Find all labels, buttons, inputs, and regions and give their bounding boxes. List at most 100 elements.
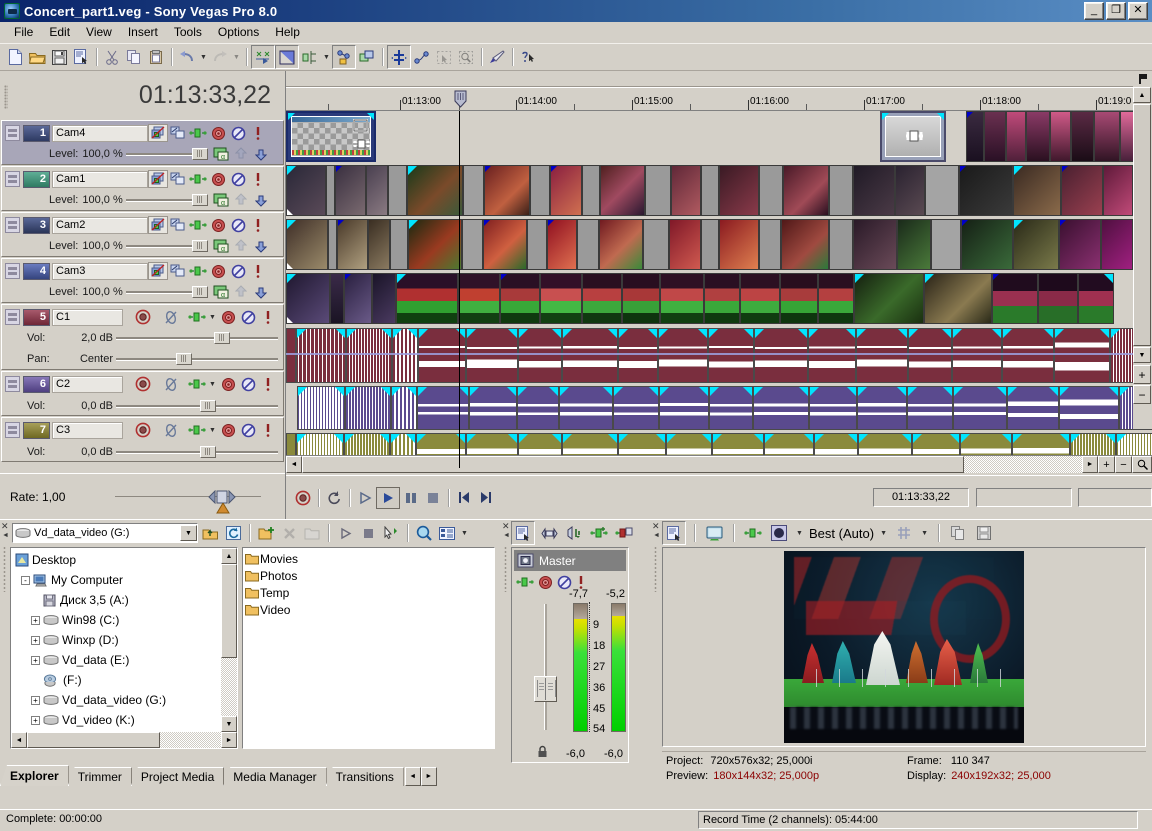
zoom-tool-button[interactable] xyxy=(1132,456,1152,473)
track-level-slider[interactable] xyxy=(126,239,208,253)
track-alpha-channel-icon[interactable]: α xyxy=(211,237,231,255)
undo-icon[interactable] xyxy=(176,46,198,68)
track-arm-record-icon[interactable] xyxy=(133,308,153,326)
track-automation-settings-icon[interactable] xyxy=(218,375,238,393)
track-move-up-icon[interactable] xyxy=(231,191,251,209)
tree-scroll-up-button[interactable]: ▲ xyxy=(221,548,237,564)
enable-snapping-icon[interactable] xyxy=(251,45,275,69)
preview-quality-icon[interactable] xyxy=(768,522,790,544)
scroll-left-button[interactable]: ◄ xyxy=(286,456,302,473)
track-solo-icon[interactable] xyxy=(258,308,278,326)
mixer-dock-grip[interactable]: ✕ ◄ xyxy=(501,520,510,808)
up-one-level-icon[interactable] xyxy=(199,522,221,544)
zoom-out-button[interactable]: − xyxy=(1115,456,1132,473)
normal-edit-tool-icon[interactable] xyxy=(387,45,411,69)
tree-node-desktop[interactable]: Desktop xyxy=(13,550,221,570)
track-minimize-button[interactable] xyxy=(5,125,20,141)
tab-explorer[interactable]: Explorer xyxy=(0,765,69,786)
tracks-area[interactable] xyxy=(286,111,1152,468)
track-height-increase-button[interactable]: + xyxy=(1133,365,1151,384)
track-move-down-icon[interactable] xyxy=(251,237,271,255)
video-preview-area[interactable] xyxy=(662,547,1146,747)
track-volume-slider[interactable] xyxy=(116,445,278,459)
zoom-edit-tool-icon[interactable] xyxy=(455,46,477,68)
track-move-down-icon[interactable] xyxy=(251,283,271,301)
views-icon[interactable] xyxy=(436,522,458,544)
track-automation-settings-icon[interactable] xyxy=(218,421,238,439)
track-name-field[interactable]: Cam4 xyxy=(52,125,148,142)
stop-button[interactable] xyxy=(422,488,444,508)
chevron-down-icon[interactable]: ▼ xyxy=(180,525,197,541)
track-header-5[interactable]: 5 C1 ▼ V xyxy=(1,304,284,370)
track-move-up-icon[interactable] xyxy=(231,145,251,163)
track-motion-icon[interactable] xyxy=(168,170,188,188)
transport-field-2[interactable] xyxy=(976,488,1072,507)
tab-transitions[interactable]: Transitions xyxy=(326,767,404,786)
track-automation-settings-icon[interactable] xyxy=(208,216,228,234)
video-clip[interactable] xyxy=(286,111,376,162)
timeline-track-4[interactable] xyxy=(286,273,1152,326)
track-header-7[interactable]: 7 C3 ▼ V xyxy=(1,417,284,462)
preview-dock-grip[interactable]: ✕ ◄ xyxy=(651,520,660,808)
track-invert-phase-icon[interactable] xyxy=(161,308,181,326)
menu-item-help[interactable]: Help xyxy=(267,23,308,41)
redo-icon[interactable] xyxy=(209,46,231,68)
tree-horizontal-scrollbar[interactable]: ◄ ► xyxy=(11,732,237,748)
mixer-channel-header[interactable]: Master xyxy=(514,550,626,571)
track-volume-slider[interactable] xyxy=(116,399,278,413)
track-level-slider[interactable] xyxy=(126,285,208,299)
track-invert-phase-icon[interactable] xyxy=(161,375,181,393)
tree-node-vd-data-video[interactable]: + Vd_data_video (G:) xyxy=(13,690,221,710)
views-dropdown-icon[interactable]: ▼ xyxy=(459,522,470,544)
track-automation-settings-icon[interactable] xyxy=(208,262,228,280)
track-solo-icon[interactable] xyxy=(248,124,268,142)
insert-audio-fx-icon[interactable] xyxy=(613,522,635,544)
track-mute-icon[interactable] xyxy=(228,216,248,234)
tree-node-winxp[interactable]: + Winxp (D:) xyxy=(13,630,221,650)
timecode-display[interactable]: 01:13:33,22 xyxy=(0,71,285,119)
save-snapshot-icon[interactable] xyxy=(973,522,995,544)
menu-item-options[interactable]: Options xyxy=(210,23,267,41)
cut-icon[interactable] xyxy=(101,46,123,68)
play-from-start-button[interactable] xyxy=(354,488,376,508)
track-mute-icon[interactable] xyxy=(228,170,248,188)
cursor-handle-icon[interactable] xyxy=(454,90,467,108)
tree-scroll-left-button[interactable]: ◄ xyxy=(11,732,27,748)
track-compositing-mode-icon[interactable] xyxy=(148,262,168,280)
track-alpha-channel-icon[interactable]: α xyxy=(211,191,231,209)
tree-node-vd-video[interactable]: + Vd_video (K:) xyxy=(13,710,221,730)
stop-icon[interactable] xyxy=(357,522,379,544)
undo-dropdown-icon[interactable]: ▼ xyxy=(198,46,209,68)
play-icon[interactable] xyxy=(334,522,356,544)
list-item[interactable]: Video xyxy=(245,601,494,618)
track-arm-record-icon[interactable] xyxy=(133,421,153,439)
track-minimize-button[interactable] xyxy=(5,309,20,325)
tab-trimmer[interactable]: Trimmer xyxy=(68,767,132,786)
collapse-icon[interactable]: ◄ xyxy=(653,532,660,539)
tree-vertical-scrollbar[interactable]: ▲ ▼ xyxy=(221,548,237,732)
track-fx-icon[interactable] xyxy=(187,375,207,393)
track-mute-icon[interactable] xyxy=(228,124,248,142)
tree-expander[interactable]: + xyxy=(31,636,40,645)
tree-node-f-drive[interactable]: (F:) xyxy=(13,670,221,690)
insert-soft-synth-icon[interactable] xyxy=(588,522,610,544)
insert-bus-icon[interactable] xyxy=(538,522,560,544)
preview-scale-dropdown-icon[interactable]: ▼ xyxy=(878,522,889,544)
track-invert-phase-icon[interactable] xyxy=(161,421,181,439)
envelope-edit-tool-icon[interactable] xyxy=(411,46,433,68)
phase-invert-icon[interactable] xyxy=(516,573,534,591)
go-to-start-button[interactable] xyxy=(453,488,475,508)
close-button[interactable]: ✕ xyxy=(1128,2,1148,20)
track-fx-icon[interactable] xyxy=(187,308,207,326)
track-name-field[interactable]: Cam2 xyxy=(52,217,148,234)
track-name-field[interactable]: C1 xyxy=(52,309,123,326)
track-minimize-button[interactable] xyxy=(5,263,20,279)
volume-envelope[interactable] xyxy=(286,353,1152,355)
menu-item-edit[interactable]: Edit xyxy=(41,23,78,41)
search-icon[interactable] xyxy=(413,522,435,544)
refresh-icon[interactable] xyxy=(222,522,244,544)
explorer-tree[interactable]: Desktop - My Computer Диск 3,5 (A:) xyxy=(10,547,238,749)
track-fx-icon[interactable] xyxy=(187,421,207,439)
transport-position-field[interactable]: 01:13:33,22 xyxy=(873,488,969,507)
tree-node-floppy[interactable]: Диск 3,5 (A:) xyxy=(13,590,221,610)
